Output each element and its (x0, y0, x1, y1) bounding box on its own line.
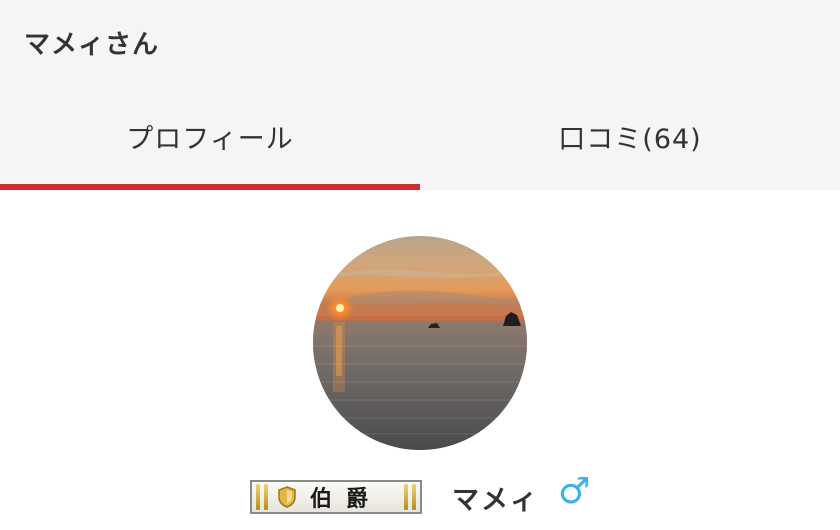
tab-profile-label: プロフィール (126, 123, 294, 155)
tab-reviews[interactable]: 口コミ(64) (420, 82, 840, 190)
shield-icon (278, 486, 296, 508)
badge-ornament-left (254, 484, 270, 510)
tab-indicator (420, 184, 840, 190)
tab-active-indicator (0, 184, 420, 190)
tab-reviews-label: 口コミ(64) (558, 123, 702, 155)
username: マメィ (452, 485, 539, 516)
tab-profile[interactable]: プロフィール (0, 82, 420, 190)
rank-label: 伯爵 (310, 487, 383, 512)
header: マメィさん プロフィール 口コミ(64) (0, 0, 840, 190)
rank-badge: 伯爵 (250, 480, 422, 514)
badge-ornament-right (402, 484, 418, 510)
tab-bar: プロフィール 口コミ(64) (0, 82, 840, 190)
avatar[interactable] (313, 236, 527, 450)
page-title: マメィさん (24, 30, 160, 60)
male-icon: ♂ (558, 471, 591, 512)
